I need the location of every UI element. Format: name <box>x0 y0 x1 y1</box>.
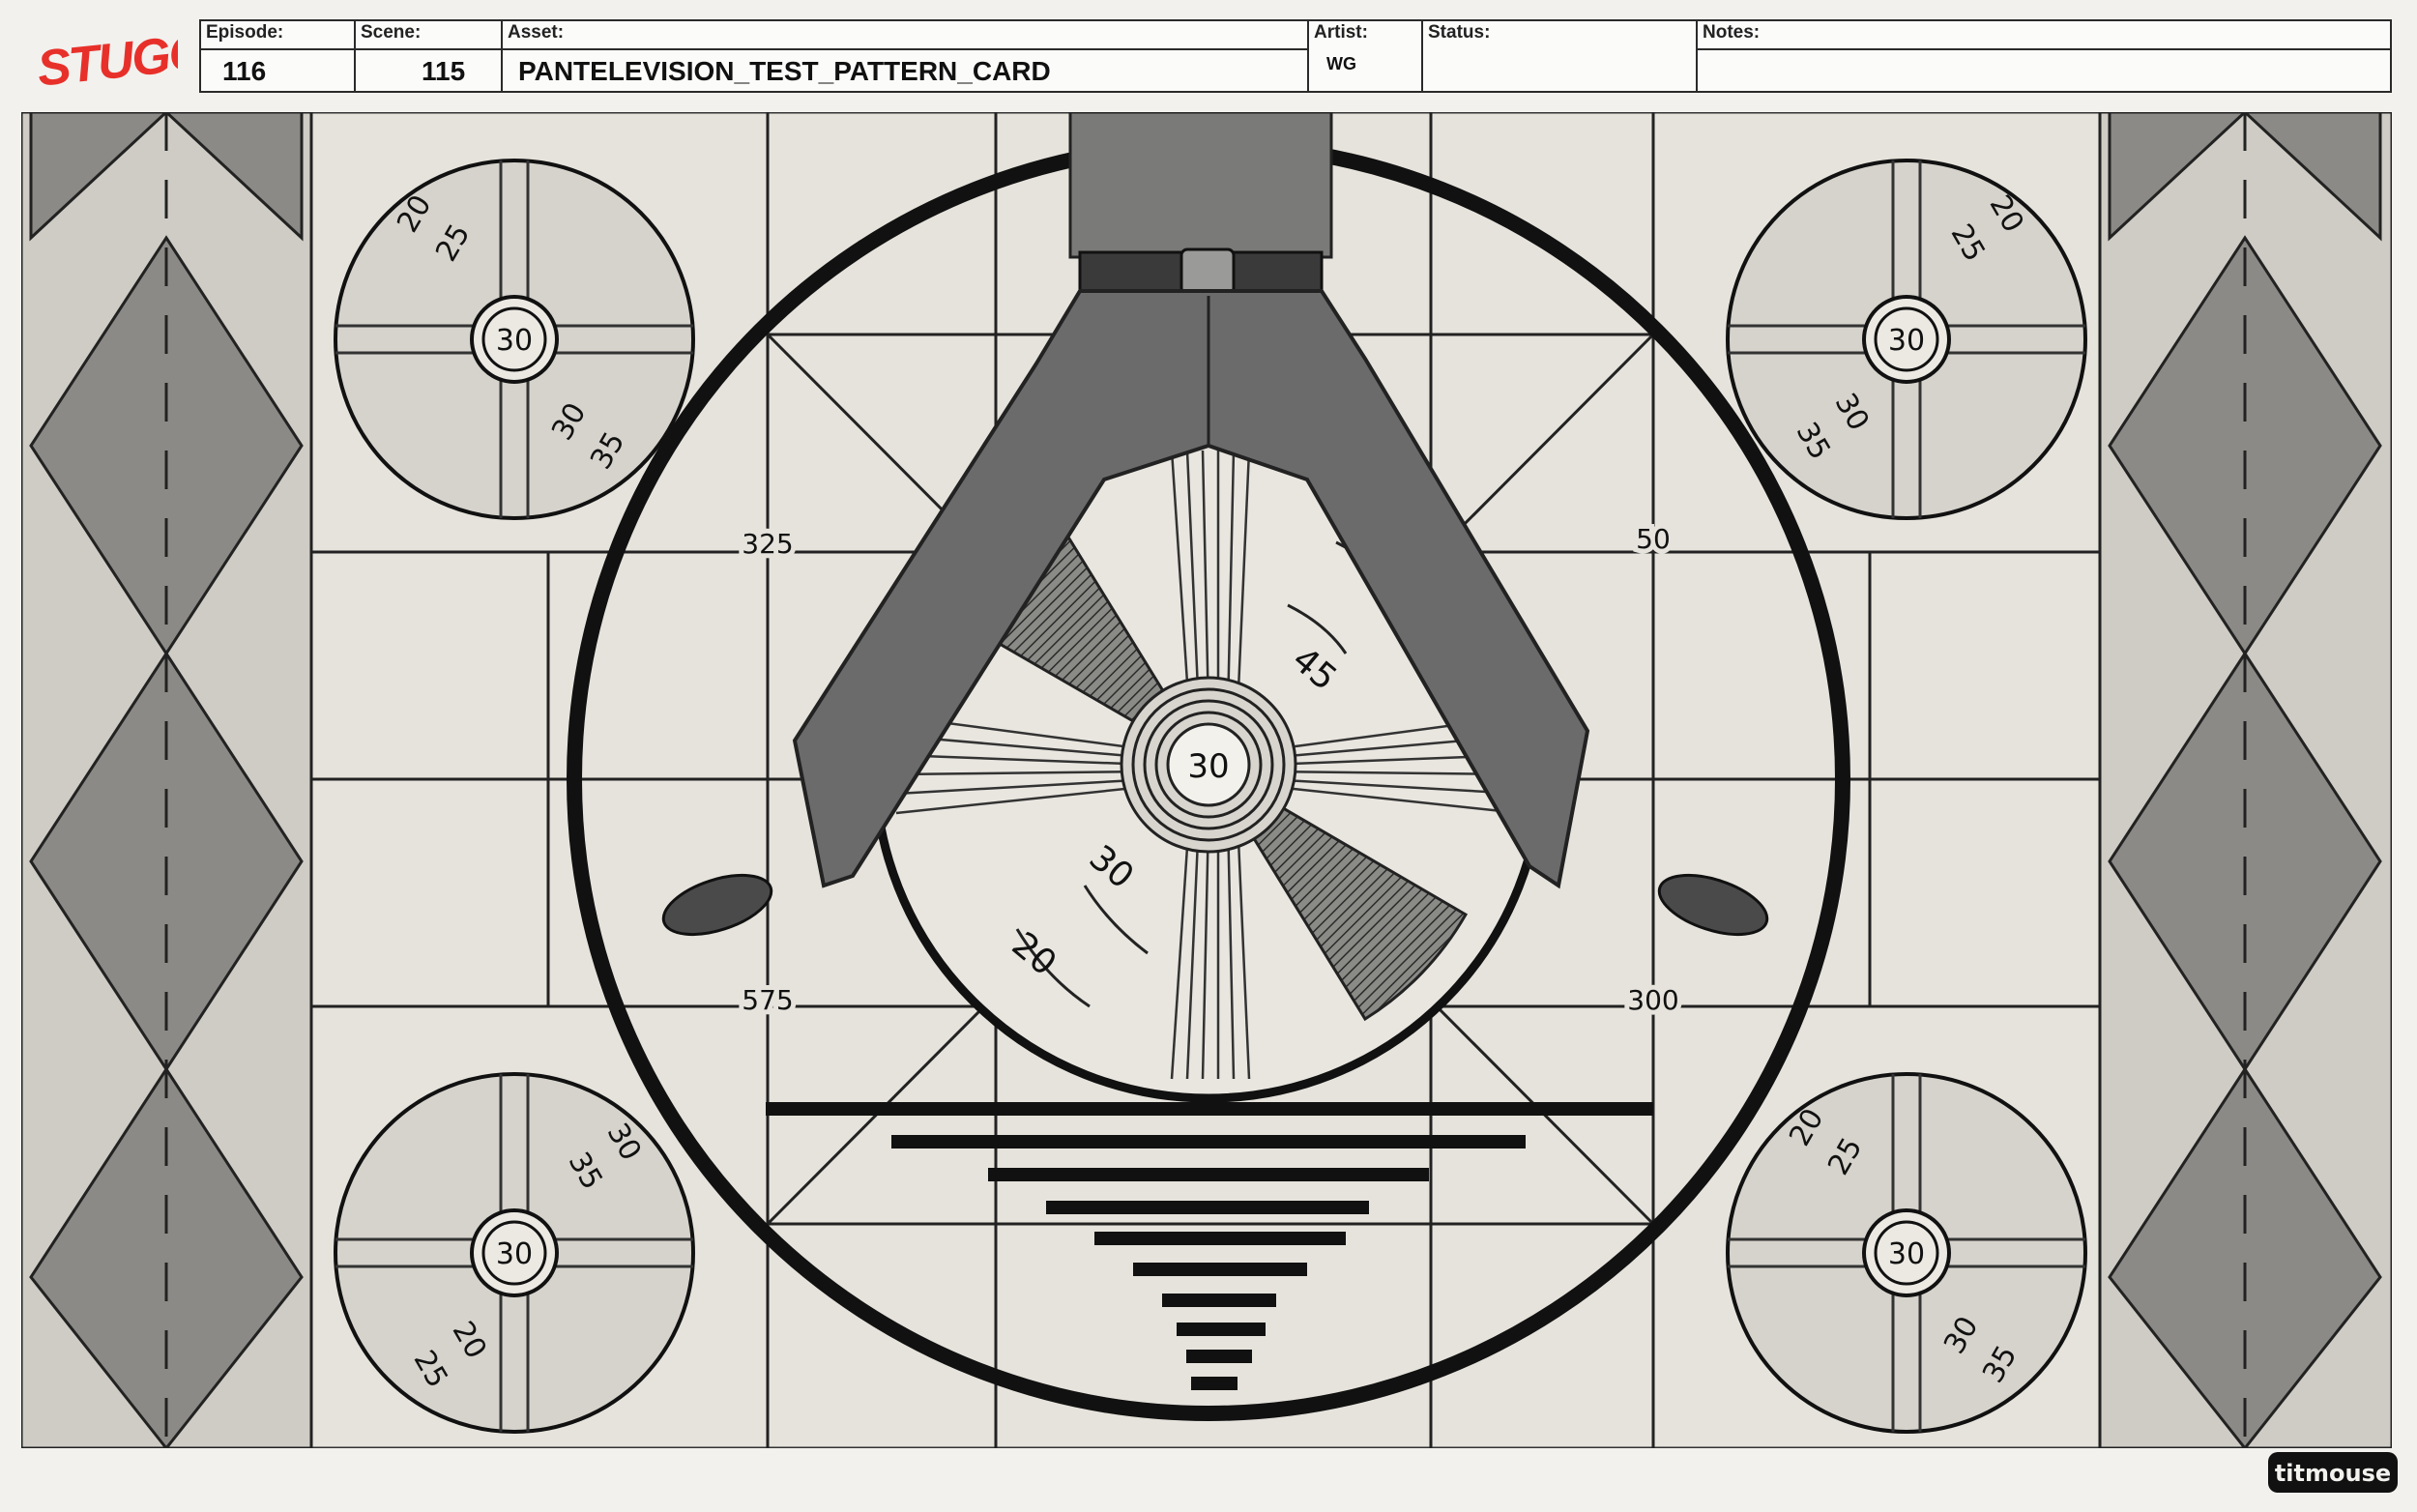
notes-label: Notes: <box>1703 22 1761 43</box>
corner-circle-bottom-right: 30 20 25 30 35 <box>1726 1072 2087 1434</box>
artist-label: Artist: <box>1314 22 1368 43</box>
status-label: Status: <box>1428 22 1491 43</box>
corner-circle-top-right: 30 20 25 30 35 <box>1726 159 2087 520</box>
corner-circle-top-left: 30 20 25 30 35 <box>334 159 695 520</box>
scene-value: 115 <box>422 56 466 86</box>
stugo-logo: STUGO <box>35 24 178 97</box>
corner-circle-bottom-left: 30 30 35 20 25 <box>334 1072 695 1434</box>
asset-value: PANTELEVISION_TEST_PATTERN_CARD <box>518 56 1051 86</box>
test-pattern-card: 325 50 575 300 30 45 30 20 30 20 25 30 3… <box>21 112 2392 1448</box>
ring-label-300: 300 <box>1627 984 1678 1016</box>
corner-center-number: 30 <box>496 324 533 358</box>
status-cell: Status: <box>1423 21 1698 91</box>
ring-label-325: 325 <box>742 528 793 560</box>
studio-mark-text: titmouse <box>2275 1460 2391 1487</box>
episode-cell: Episode: 116 <box>201 21 356 91</box>
slate-header: Episode: 116 Scene: 115 Asset: PANTELEVI… <box>199 19 2392 93</box>
left-diamond-panel <box>21 112 313 1448</box>
ring-label-50: 50 <box>1636 523 1671 555</box>
logo-text: STUGO <box>35 24 178 97</box>
corner-center-number: 30 <box>1888 324 1925 358</box>
right-diamond-panel <box>2098 112 2392 1448</box>
ring-label-575: 575 <box>742 984 793 1016</box>
asset-label: Asset: <box>508 22 565 43</box>
artist-cell: Artist: WG <box>1309 21 1423 91</box>
artist-value: WG <box>1326 54 1356 73</box>
titmouse-logo: titmouse <box>2268 1452 2398 1493</box>
asset-cell: Asset: PANTELEVISION_TEST_PATTERN_CARD <box>503 21 1309 91</box>
episode-value: 116 <box>222 56 267 86</box>
notes-cell: Notes: <box>1698 21 2390 91</box>
center-number: 30 <box>1187 747 1229 786</box>
corner-center-number: 30 <box>496 1237 533 1271</box>
corner-center-number: 30 <box>1888 1237 1925 1271</box>
episode-label: Episode: <box>206 22 284 43</box>
scene-cell: Scene: 115 <box>356 21 503 91</box>
scene-label: Scene: <box>361 22 422 43</box>
